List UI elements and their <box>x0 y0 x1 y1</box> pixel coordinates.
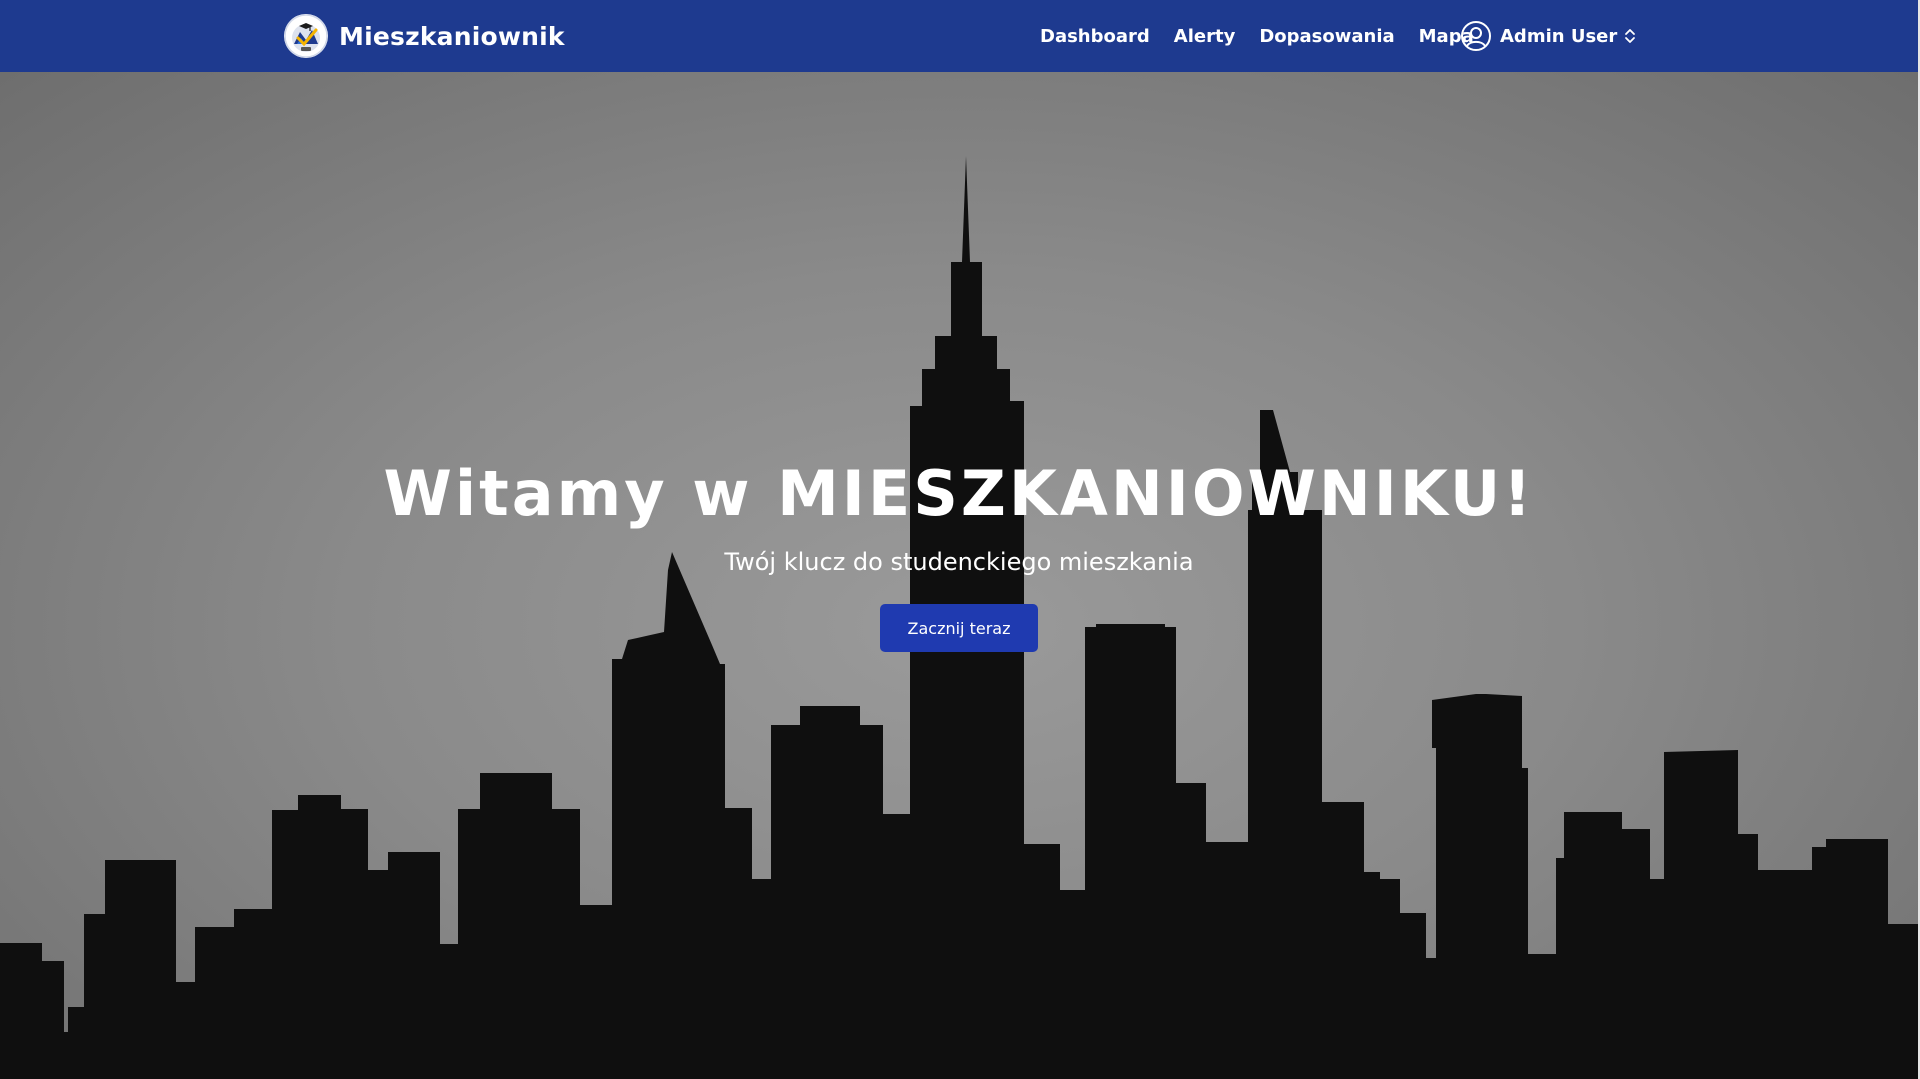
nav-link-dashboard[interactable]: Dashboard <box>1040 26 1150 47</box>
brand-name: Mieszkaniownik <box>339 21 565 51</box>
nav-link-dopasowania[interactable]: Dopasowania <box>1259 26 1394 47</box>
hero-title: Witamy w MIESZKANIOWNIKU! <box>383 457 1535 530</box>
hero-subtitle: Twój klucz do studenckiego mieszkania <box>724 548 1194 576</box>
page: Mieszkaniownik Dashboard Alerty Dopasowa… <box>0 0 1920 1079</box>
nav-link-alerty[interactable]: Alerty <box>1174 26 1236 47</box>
user-menu-button[interactable]: Admin User <box>1460 19 1637 53</box>
hero-section: Witamy w MIESZKANIOWNIKU! Twój klucz do … <box>0 72 1918 1079</box>
get-started-button[interactable]: Zacznij teraz <box>880 604 1038 652</box>
user-name: Admin User <box>1500 25 1618 47</box>
brand-link[interactable]: Mieszkaniownik <box>284 14 565 58</box>
logo-icon <box>284 14 328 58</box>
nav-links: Dashboard Alerty Dopasowania Mapa <box>1040 0 1498 72</box>
user-circle-icon <box>1461 21 1491 51</box>
chevron-up-down-icon <box>1625 29 1636 43</box>
navbar: Mieszkaniownik Dashboard Alerty Dopasowa… <box>0 0 1918 72</box>
